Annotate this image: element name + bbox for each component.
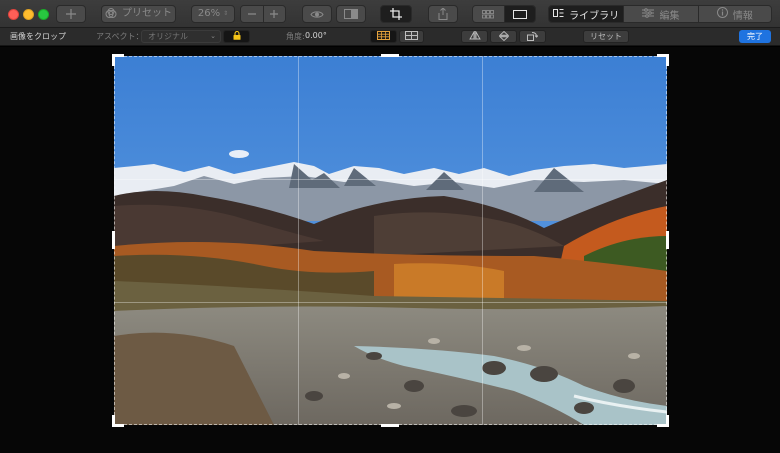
mode-tabs: ライブラリ 編集 情報 [548, 5, 772, 23]
angle-value[interactable]: 0.00° [305, 31, 327, 40]
tab-edit[interactable]: 編集 [623, 6, 698, 22]
library-icon [553, 8, 564, 21]
grid-quarters-button[interactable] [399, 30, 424, 43]
minus-icon [247, 13, 256, 15]
grid-line-vertical [482, 56, 483, 425]
info-icon [716, 7, 728, 21]
aspect-value: オリジナル [148, 32, 188, 41]
chevron-down-icon: ⌄ [210, 32, 216, 40]
tab-info[interactable]: 情報 [697, 6, 771, 22]
crop-options-bar: 画像をクロップ アスペクト： オリジナル ⌄ 角度: 0.00° リセット 完了 [0, 28, 780, 46]
aspect-label: アスペクト： [96, 32, 144, 41]
zoom-out-button[interactable] [241, 6, 263, 22]
flip-vertical-icon [498, 30, 509, 43]
zoom-window-button[interactable] [38, 9, 49, 20]
view-mode-control [472, 5, 536, 23]
minimize-window-button[interactable] [23, 9, 34, 20]
photo-preview[interactable] [114, 56, 667, 425]
sliders-icon [642, 7, 655, 21]
crop-handle-top[interactable] [381, 54, 399, 57]
flip-vertical-button[interactable] [490, 30, 517, 43]
add-button[interactable] [56, 5, 86, 23]
zoom-in-button[interactable] [262, 6, 285, 22]
aspect-select[interactable]: オリジナル ⌄ [141, 30, 221, 43]
plus-icon [270, 10, 279, 18]
preset-button[interactable]: プリセット [101, 5, 176, 23]
crop-icon [390, 8, 402, 20]
compare-button[interactable] [336, 5, 366, 23]
grid-line-horizontal [114, 179, 667, 180]
grid-icon [482, 9, 495, 18]
crop-handle-bottom[interactable] [381, 424, 399, 427]
rotate-button[interactable] [519, 30, 546, 43]
close-window-button[interactable] [8, 9, 19, 20]
grid-thirds-icon [377, 31, 390, 42]
preset-icon [105, 8, 117, 20]
crop-handle-top-right[interactable] [657, 54, 669, 66]
aspect-lock-button[interactable] [223, 30, 250, 43]
plus-icon [66, 9, 76, 19]
crop-handle-top-left[interactable] [112, 54, 124, 66]
rotate-icon [527, 31, 539, 43]
crop-handle-left[interactable] [112, 231, 115, 249]
preview-eye-button[interactable] [302, 5, 332, 23]
tab-library[interactable]: ライブラリ [549, 6, 624, 22]
lock-icon [233, 30, 241, 42]
crop-handle-bottom-left[interactable] [112, 415, 124, 427]
crop-handle-right[interactable] [666, 231, 669, 249]
crop-title: 画像をクロップ [10, 32, 66, 41]
tab-library-label: ライブラリ [569, 10, 620, 22]
eye-icon [310, 10, 324, 19]
toolbar: プリセット 26% ⇕ ライブラリ 編集 情報 [0, 0, 780, 28]
angle-label: 角度: [286, 32, 305, 41]
share-icon [438, 8, 448, 20]
grid-view-button[interactable] [473, 6, 504, 22]
split-view-icon [344, 9, 358, 19]
grid-thirds-button[interactable] [370, 30, 397, 43]
crop-handle-bottom-right[interactable] [657, 415, 669, 427]
chevron-updown-icon: ⇕ [223, 10, 229, 17]
grid-line-vertical [298, 56, 299, 425]
done-button[interactable]: 完了 [739, 30, 771, 43]
flip-horizontal-icon [468, 30, 481, 42]
reset-button[interactable]: リセット [583, 30, 629, 43]
grid-line-horizontal [114, 302, 667, 303]
flip-horizontal-button[interactable] [461, 30, 488, 43]
tab-info-label: 情報 [732, 10, 753, 22]
zoom-stepper [240, 5, 286, 23]
tab-edit-label: 編集 [659, 10, 680, 22]
preset-label: プリセット [122, 8, 172, 19]
zoom-value: 26% [197, 8, 221, 19]
single-image-icon [512, 9, 527, 19]
zoom-popup[interactable]: 26% ⇕ [191, 5, 235, 23]
crop-tool-button[interactable] [380, 5, 412, 23]
single-view-button[interactable] [503, 6, 535, 22]
share-button[interactable] [428, 5, 458, 23]
grid-quarters-icon [405, 31, 418, 42]
